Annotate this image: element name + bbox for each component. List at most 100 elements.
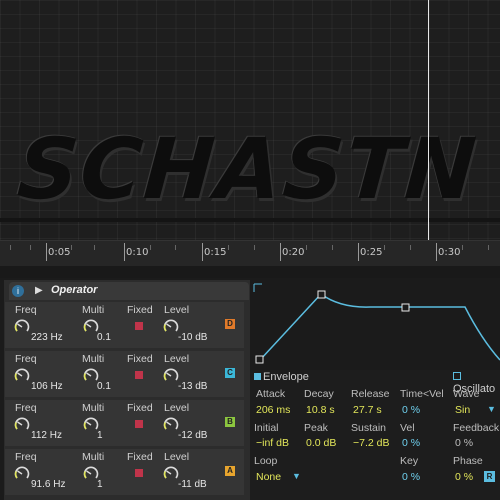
level-label: Level (164, 304, 190, 316)
envelope-curve[interactable] (250, 280, 500, 370)
multi-label: Multi (82, 304, 105, 316)
level-label: Level (164, 402, 190, 414)
decay-label: Decay (304, 388, 334, 400)
initial-value[interactable]: −inf dB (256, 437, 289, 449)
fixed-toggle[interactable] (135, 469, 143, 477)
fixed-toggle[interactable] (135, 322, 143, 330)
ruler-tick: 0:20 (279, 243, 305, 261)
oscillator-row: Freq 106 Hz Multi 0.1 Fixed Level -13 dB C (5, 351, 244, 397)
release-label: Release (351, 388, 390, 400)
multi-value[interactable]: 0.1 (97, 332, 111, 343)
ruler-minor-tick (71, 245, 72, 250)
chevron-down-icon[interactable]: ▼ (292, 471, 301, 481)
ruler-minor-tick (30, 245, 31, 250)
ruler-tick: 0:10 (123, 243, 149, 261)
attack-value[interactable]: 206 ms (256, 404, 290, 416)
level-knob-icon[interactable] (163, 319, 179, 335)
oscillator-tag[interactable]: D (225, 319, 235, 329)
fold-triangle-icon[interactable]: ▶ (35, 285, 43, 296)
oscillator-row: Freq 112 Hz Multi 1 Fixed Level -12 dB B (5, 400, 244, 446)
oscillator-tag[interactable]: C (225, 368, 235, 378)
oscillator-tag[interactable]: A (225, 466, 235, 476)
time-vel-label: Time<Vel (400, 388, 444, 400)
envelope-point-initial (255, 355, 264, 364)
vel-value[interactable]: 0 % (402, 437, 420, 449)
ruler-tick: 0:05 (45, 243, 71, 261)
tab-envelope[interactable]: Envelope (254, 371, 309, 383)
level-label: Level (164, 353, 190, 365)
level-value[interactable]: -13 dB (178, 381, 207, 392)
attack-label: Attack (256, 388, 286, 400)
ruler-minor-tick (332, 245, 333, 250)
envelope-point-sustain (401, 303, 410, 312)
freq-label: Freq (15, 451, 37, 463)
fixed-label: Fixed (127, 402, 153, 414)
envelope-panel: Envelope Oscillato Attack 206 ms Decay 1… (250, 280, 500, 500)
freq-value[interactable]: 112 Hz (31, 430, 62, 441)
panel-divider (0, 266, 500, 278)
level-value[interactable]: -11 dB (178, 479, 207, 490)
sustain-value[interactable]: −7.2 dB (353, 437, 390, 449)
freq-knob-icon[interactable] (14, 466, 30, 482)
multi-value[interactable]: 1 (97, 479, 103, 490)
sustain-label: Sustain (351, 422, 387, 434)
freq-value[interactable]: 106 Hz (31, 381, 63, 392)
freq-label: Freq (15, 402, 37, 414)
ruler-minor-tick (228, 245, 229, 250)
key-value[interactable]: 0 % (402, 471, 420, 483)
key-label: Key (400, 455, 419, 467)
ruler-minor-tick (306, 245, 307, 250)
loop-dropdown[interactable]: None (256, 471, 281, 483)
level-knob-icon[interactable] (163, 466, 179, 482)
fixed-toggle[interactable] (135, 371, 143, 379)
wave-label: Wave (453, 388, 480, 400)
info-icon[interactable]: i (12, 285, 24, 297)
time-ruler[interactable]: 0:05 0:10 0:15 0:20 0:25 0:30 (0, 240, 500, 267)
ruler-minor-tick (254, 245, 255, 250)
feedback-value[interactable]: 0 % (455, 437, 473, 449)
phase-label: Phase (453, 455, 483, 467)
vel-label: Vel (400, 422, 415, 434)
ruler-minor-tick (94, 245, 95, 250)
freq-value[interactable]: 91.6 Hz (31, 479, 65, 490)
freq-knob-icon[interactable] (14, 319, 30, 335)
device-title-bar[interactable]: i ▶ Operator (9, 282, 249, 300)
level-value[interactable]: -12 dB (178, 430, 207, 441)
multi-label: Multi (82, 451, 105, 463)
ruler-minor-tick (488, 245, 489, 250)
ruler-minor-tick (150, 245, 151, 250)
oscillator-tag[interactable]: B (225, 417, 235, 427)
ruler-minor-tick (384, 245, 385, 250)
decay-value[interactable]: 10.8 s (306, 404, 335, 416)
time-vel-value[interactable]: 0 % (402, 404, 420, 416)
initial-label: Initial (254, 422, 279, 434)
phase-value[interactable]: 0 % (455, 471, 473, 483)
level-knob-icon[interactable] (163, 368, 179, 384)
multi-value[interactable]: 1 (97, 430, 103, 441)
envelope-graph[interactable] (250, 280, 500, 370)
peak-value[interactable]: 0.0 dB (306, 437, 336, 449)
level-knob-icon[interactable] (163, 417, 179, 433)
freq-knob-icon[interactable] (14, 417, 30, 433)
freq-knob-icon[interactable] (14, 368, 30, 384)
level-value[interactable]: -10 dB (178, 332, 207, 343)
clip-baseline (0, 218, 500, 222)
wave-dropdown[interactable]: Sin (455, 404, 470, 416)
oscillator-row: Freq 91.6 Hz Multi 1 Fixed Level -11 dB A (5, 449, 244, 495)
ruler-minor-tick (462, 245, 463, 250)
ruler-tick: 0:25 (357, 243, 383, 261)
freq-value[interactable]: 223 Hz (31, 332, 63, 343)
feedback-label: Feedback (453, 422, 500, 434)
release-value[interactable]: 27.7 s (353, 404, 382, 416)
playhead[interactable] (428, 0, 429, 250)
fixed-toggle[interactable] (135, 420, 143, 428)
ruler-minor-tick (175, 245, 176, 250)
ruler-tick: 0:30 (435, 243, 461, 261)
peak-label: Peak (304, 422, 328, 434)
multi-value[interactable]: 0.1 (97, 381, 111, 392)
chevron-down-icon[interactable]: ▼ (487, 404, 496, 414)
phase-retrigger-button[interactable]: R (484, 471, 495, 482)
envelope-point-peak (317, 290, 326, 299)
device-title: Operator (51, 284, 98, 296)
fixed-label: Fixed (127, 353, 153, 365)
